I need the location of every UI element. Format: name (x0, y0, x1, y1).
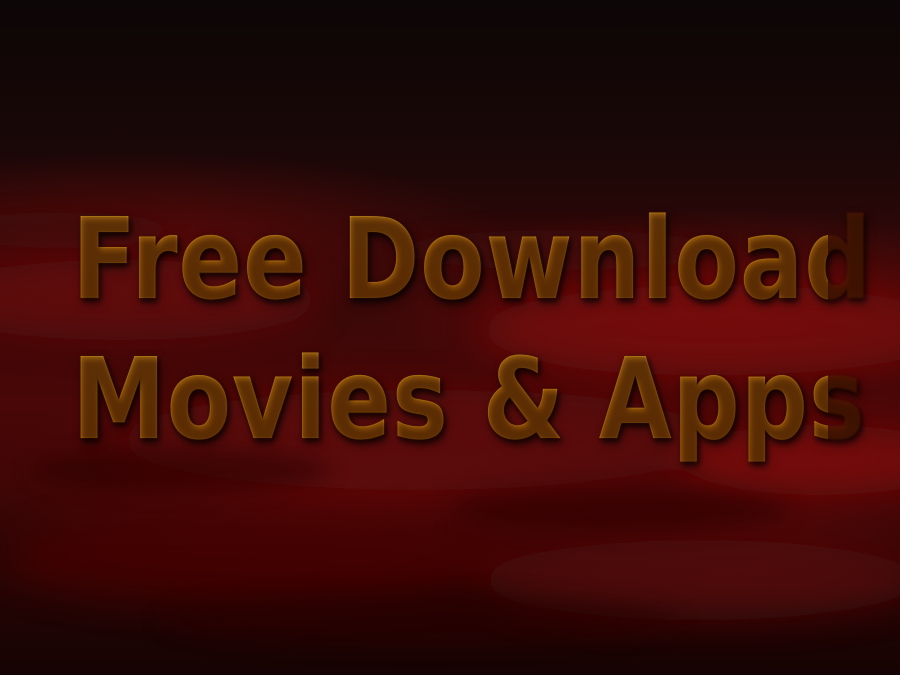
promo-banner: Free Download Movies & Apps (0, 0, 900, 675)
headline: Free Download Movies & Apps (72, 190, 871, 470)
headline-line-2: Movies & Apps (72, 330, 865, 470)
headline-line-1: Free Download (72, 190, 871, 330)
